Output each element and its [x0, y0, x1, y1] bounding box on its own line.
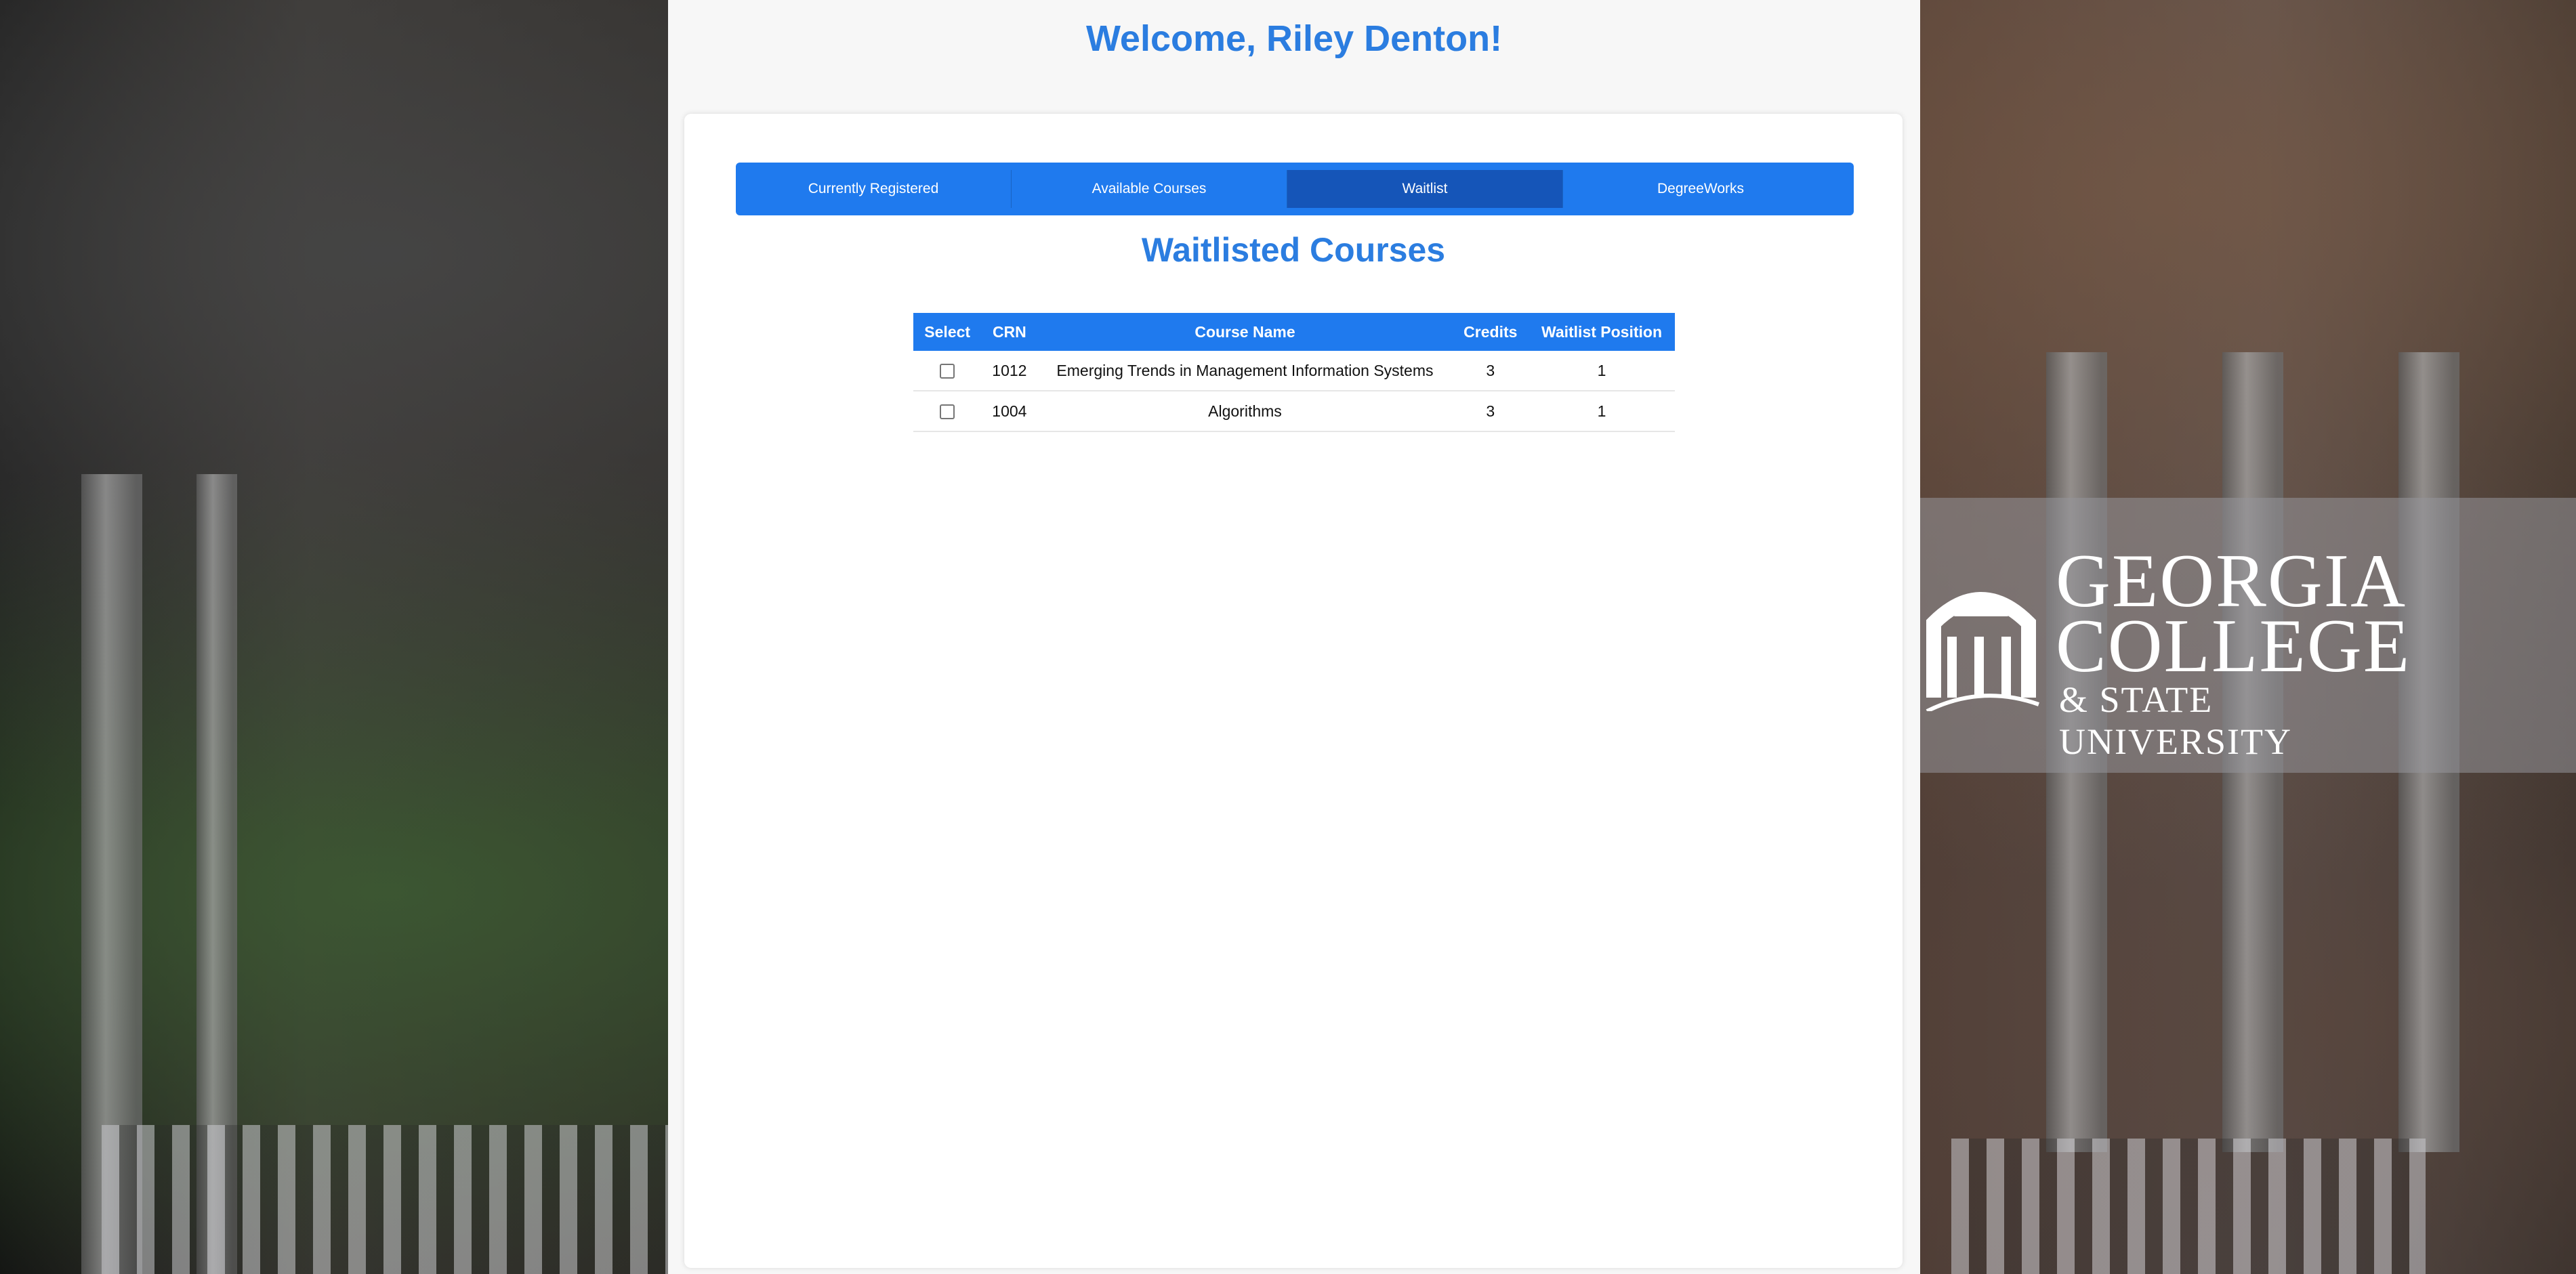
credits-cell: 3: [1452, 351, 1529, 391]
table-row: 1012 Emerging Trends in Management Infor…: [913, 351, 1675, 391]
table-row: 1004 Algorithms 3 1: [913, 391, 1675, 432]
page-background: GEORGIA COLLEGE & STATE UNIVERSITY Welco…: [0, 0, 2576, 1274]
tab-currently-registered[interactable]: Currently Registered: [736, 170, 1011, 208]
section-title: Waitlisted Courses: [1141, 231, 1446, 269]
header-crn: CRN: [981, 313, 1038, 351]
background-railing: [1951, 1139, 2426, 1274]
course-name-cell: Algorithms: [1037, 391, 1453, 432]
waitlist-position-cell: 1: [1529, 351, 1675, 391]
select-cell: [913, 391, 982, 432]
select-checkbox[interactable]: [940, 404, 955, 420]
waitlist-position-cell: 1: [1529, 391, 1675, 432]
tab-degreeworks[interactable]: DegreeWorks: [1563, 170, 1838, 208]
welcome-heading: Welcome, Riley Denton!: [1085, 18, 1503, 59]
header-waitlist-position: Waitlist Position: [1529, 313, 1675, 351]
credits-cell: 3: [1452, 391, 1529, 432]
georgia-college-logo: GEORGIA COLLEGE & STATE UNIVERSITY: [1920, 535, 2422, 762]
select-cell: [913, 351, 982, 391]
tab-waitlist[interactable]: Waitlist: [1287, 170, 1562, 208]
main-column: Welcome, Riley Denton! Currently Registe…: [668, 0, 1920, 1274]
content-card: Currently Registered Available Courses W…: [684, 114, 1903, 1268]
logo-line-college: COLLEGE: [2056, 604, 2411, 688]
table-header-row: Select CRN Course Name Credits Waitlist …: [913, 313, 1675, 351]
tab-available-courses[interactable]: Available Courses: [1012, 170, 1287, 208]
cupola-icon: [1926, 592, 2039, 711]
header-select: Select: [913, 313, 982, 351]
crn-cell: 1004: [981, 391, 1038, 432]
select-checkbox[interactable]: [940, 364, 955, 379]
tab-bar: Currently Registered Available Courses W…: [736, 163, 1854, 215]
background-railing: [102, 1125, 668, 1274]
course-name-cell: Emerging Trends in Management Informatio…: [1037, 351, 1453, 391]
waitlist-table: Select CRN Course Name Credits Waitlist …: [913, 313, 1675, 432]
logo-line-state-university: & STATE UNIVERSITY: [2059, 679, 2292, 762]
header-credits: Credits: [1452, 313, 1529, 351]
crn-cell: 1012: [981, 351, 1038, 391]
header-course-name: Course Name: [1037, 313, 1453, 351]
